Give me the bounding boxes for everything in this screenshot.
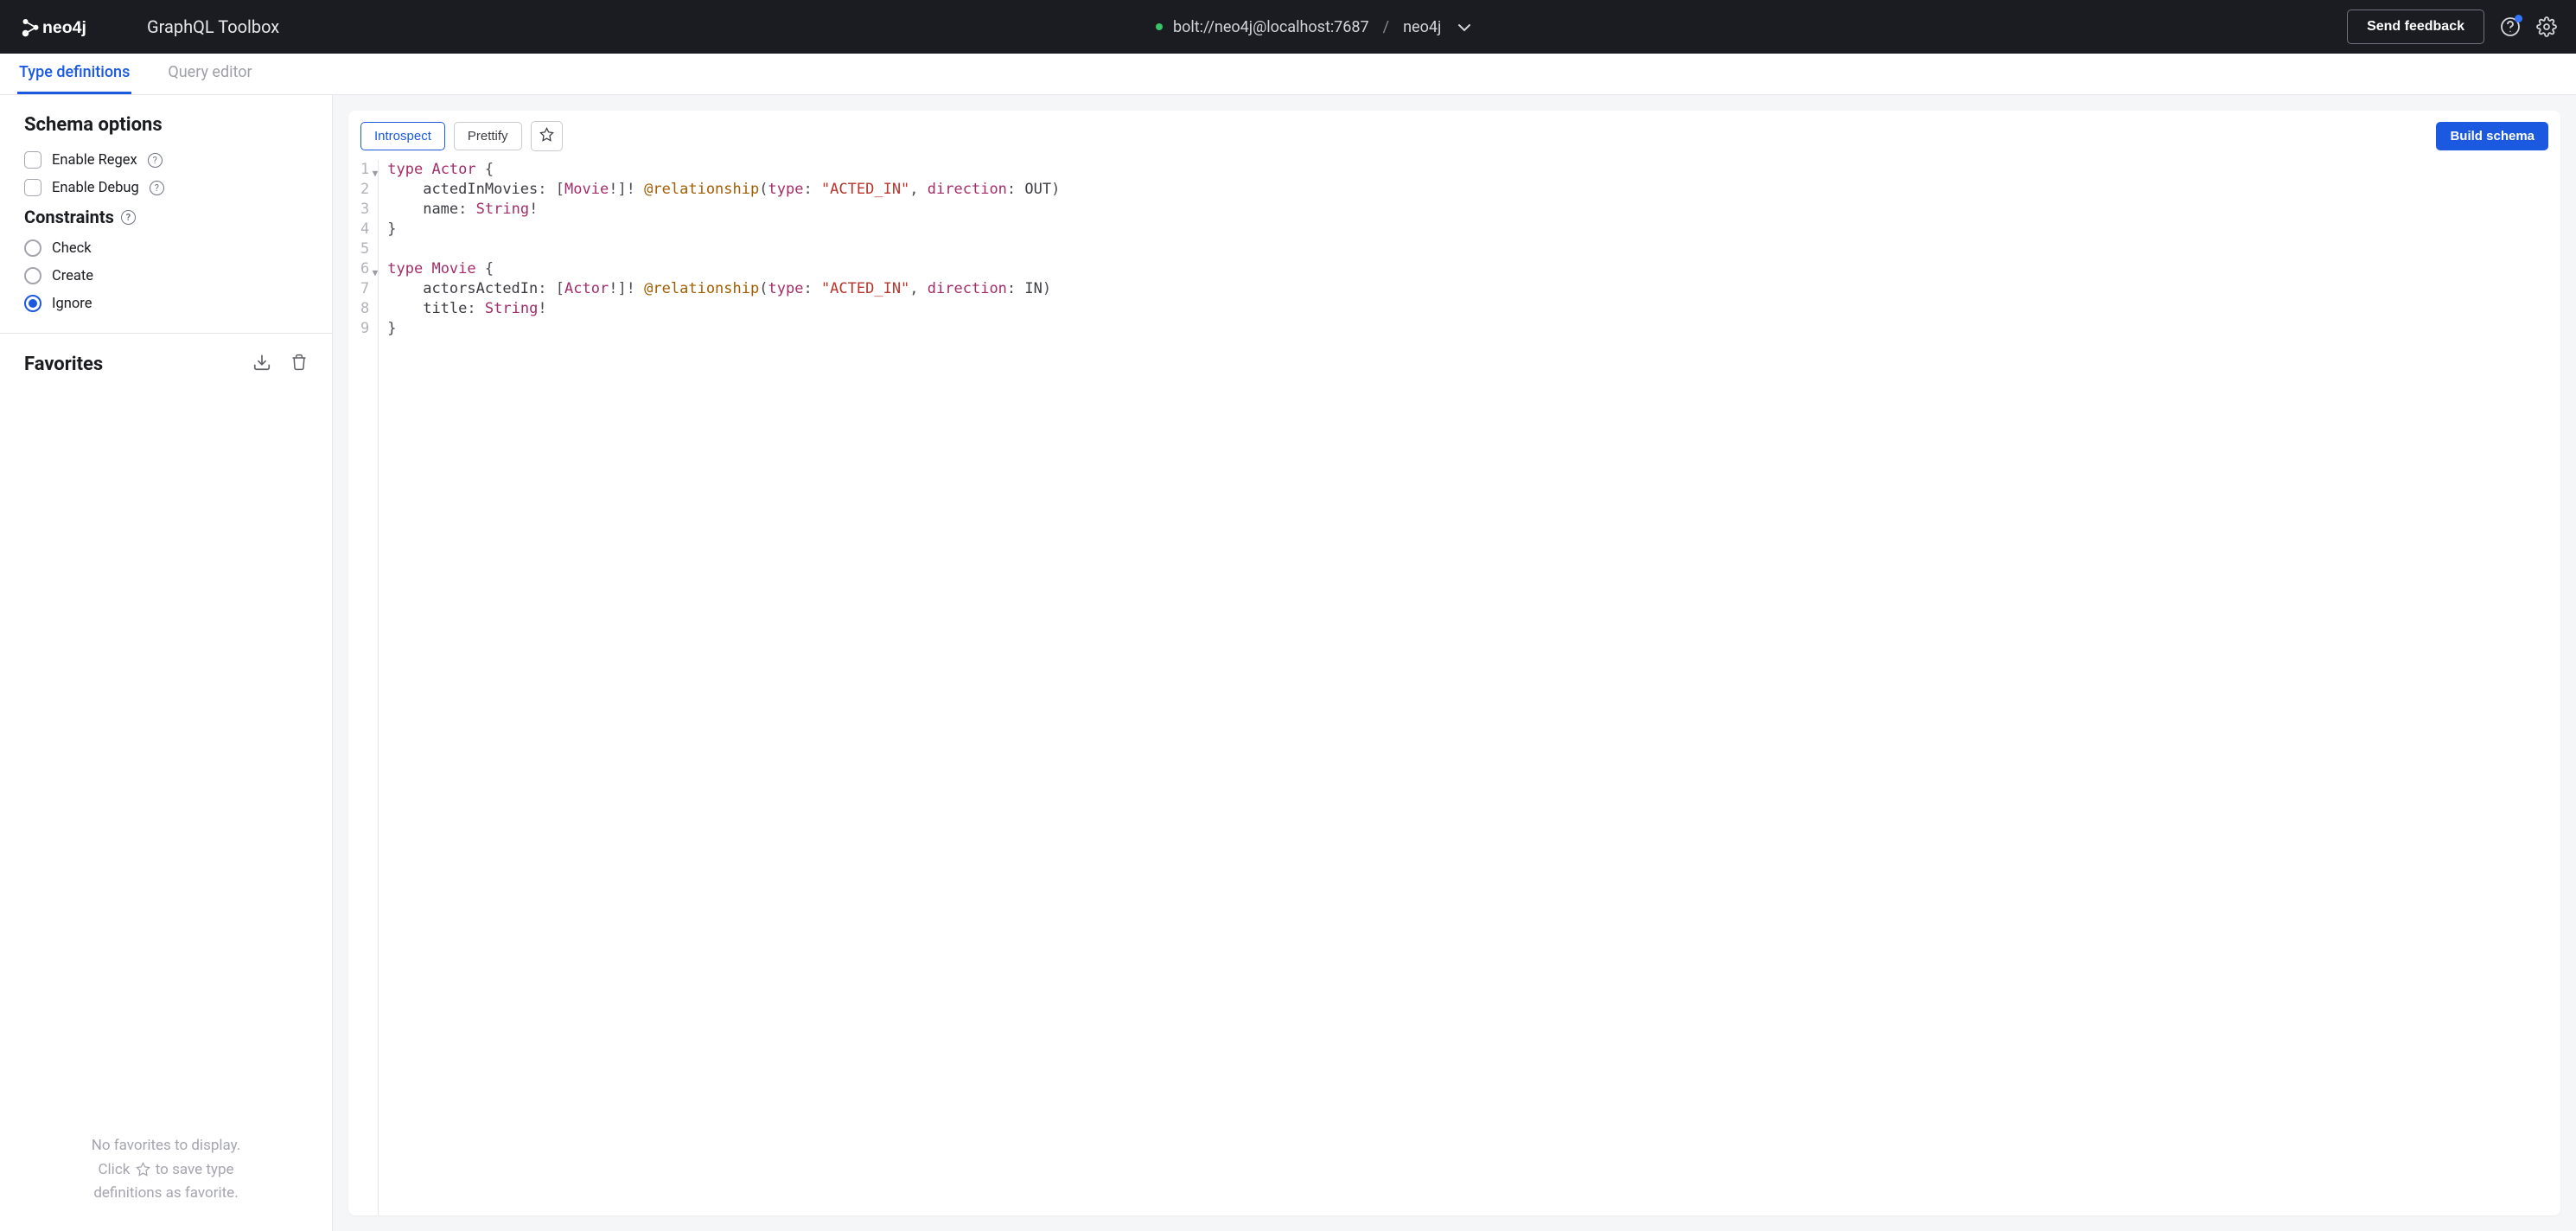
database-name: neo4j xyxy=(1403,18,1441,36)
svg-text:neo4j: neo4j xyxy=(42,18,86,37)
favorite-button[interactable] xyxy=(531,121,563,151)
neo4j-logo-icon: neo4j xyxy=(19,14,123,40)
editor-pane: Introspect Prettify Build schema 1▼23456… xyxy=(333,95,2576,1231)
tab-query-editor[interactable]: Query editor xyxy=(166,53,253,94)
fold-toggle[interactable]: ▼ xyxy=(373,263,379,283)
sidebar: Schema options Enable Regex ? Enable Deb… xyxy=(0,95,333,1231)
constraint-ignore-radio[interactable] xyxy=(24,295,41,312)
favorites-empty-line3: definitions as favorite. xyxy=(93,1182,238,1205)
enable-regex-label: Enable Regex xyxy=(52,152,137,169)
chevron-down-icon xyxy=(1458,18,1470,36)
tab-type-definitions[interactable]: Type definitions xyxy=(17,53,131,94)
send-feedback-button[interactable]: Send feedback xyxy=(2347,10,2484,44)
favorites-empty-line1: No favorites to display. xyxy=(92,1134,241,1158)
product-name: GraphQL Toolbox xyxy=(147,16,279,37)
fold-toggle[interactable]: ▼ xyxy=(373,163,379,183)
delete-favorites-button[interactable] xyxy=(290,353,308,375)
connection-selector[interactable]: bolt://neo4j@localhost:7687 / neo4j xyxy=(279,18,2347,36)
connection-url: bolt://neo4j@localhost:7687 xyxy=(1173,18,1369,36)
constraint-ignore-label: Ignore xyxy=(52,296,92,312)
enable-debug-checkbox[interactable] xyxy=(24,179,41,196)
help-icon[interactable]: ? xyxy=(148,153,163,168)
favorites-empty-line2: Click to save type xyxy=(98,1158,233,1182)
constraint-create-label: Create xyxy=(52,268,93,284)
notification-dot-icon xyxy=(2515,15,2522,22)
schema-options-title: Schema options xyxy=(24,114,308,136)
introspect-button[interactable]: Introspect xyxy=(360,122,445,150)
constraint-ignore-row: Ignore xyxy=(24,295,308,312)
constraint-create-row: Create xyxy=(24,267,308,284)
status-dot-icon xyxy=(1156,23,1163,30)
help-icon[interactable]: ? xyxy=(121,210,136,225)
download-favorites-button[interactable] xyxy=(252,353,271,375)
help-icon[interactable]: ? xyxy=(150,181,164,195)
enable-regex-row: Enable Regex ? xyxy=(24,151,308,169)
constraint-check-label: Check xyxy=(52,240,92,257)
constraint-check-row: Check xyxy=(24,239,308,257)
code-editor[interactable]: 1▼23456▼789 type Actor { actedInMovies: … xyxy=(348,160,2560,1215)
main: Schema options Enable Regex ? Enable Deb… xyxy=(0,95,2576,1231)
constraint-create-radio[interactable] xyxy=(24,267,41,284)
topbar: neo4j GraphQL Toolbox bolt://neo4j@local… xyxy=(0,0,2576,54)
enable-debug-label: Enable Debug xyxy=(52,180,139,196)
schema-options-section: Schema options Enable Regex ? Enable Deb… xyxy=(0,95,332,334)
code-content[interactable]: type Actor { actedInMovies: [Movie!]! @r… xyxy=(379,160,1068,1215)
tab-bar: Type definitions Query editor xyxy=(0,54,2576,95)
build-schema-button[interactable]: Build schema xyxy=(2436,122,2548,150)
enable-debug-row: Enable Debug ? xyxy=(24,179,308,196)
constraints-title: Constraints ? xyxy=(24,207,308,227)
star-icon xyxy=(136,1162,150,1177)
editor-card: Introspect Prettify Build schema 1▼23456… xyxy=(348,111,2560,1215)
logo: neo4j xyxy=(19,14,123,40)
help-button[interactable] xyxy=(2500,16,2521,37)
prettify-button[interactable]: Prettify xyxy=(454,122,522,150)
favorites-title: Favorites xyxy=(24,354,103,375)
constraint-check-radio[interactable] xyxy=(24,239,41,257)
favorites-empty-state: No favorites to display. Click to save t… xyxy=(0,403,332,1231)
settings-button[interactable] xyxy=(2536,16,2557,37)
topbar-actions: Send feedback xyxy=(2347,10,2557,44)
editor-toolbar: Introspect Prettify Build schema xyxy=(348,111,2560,160)
star-icon xyxy=(539,127,554,142)
enable-regex-checkbox[interactable] xyxy=(24,151,41,169)
separator: / xyxy=(1383,18,1389,36)
line-gutter: 1▼23456▼789 xyxy=(348,160,379,1215)
favorites-section: Favorites xyxy=(0,334,332,403)
